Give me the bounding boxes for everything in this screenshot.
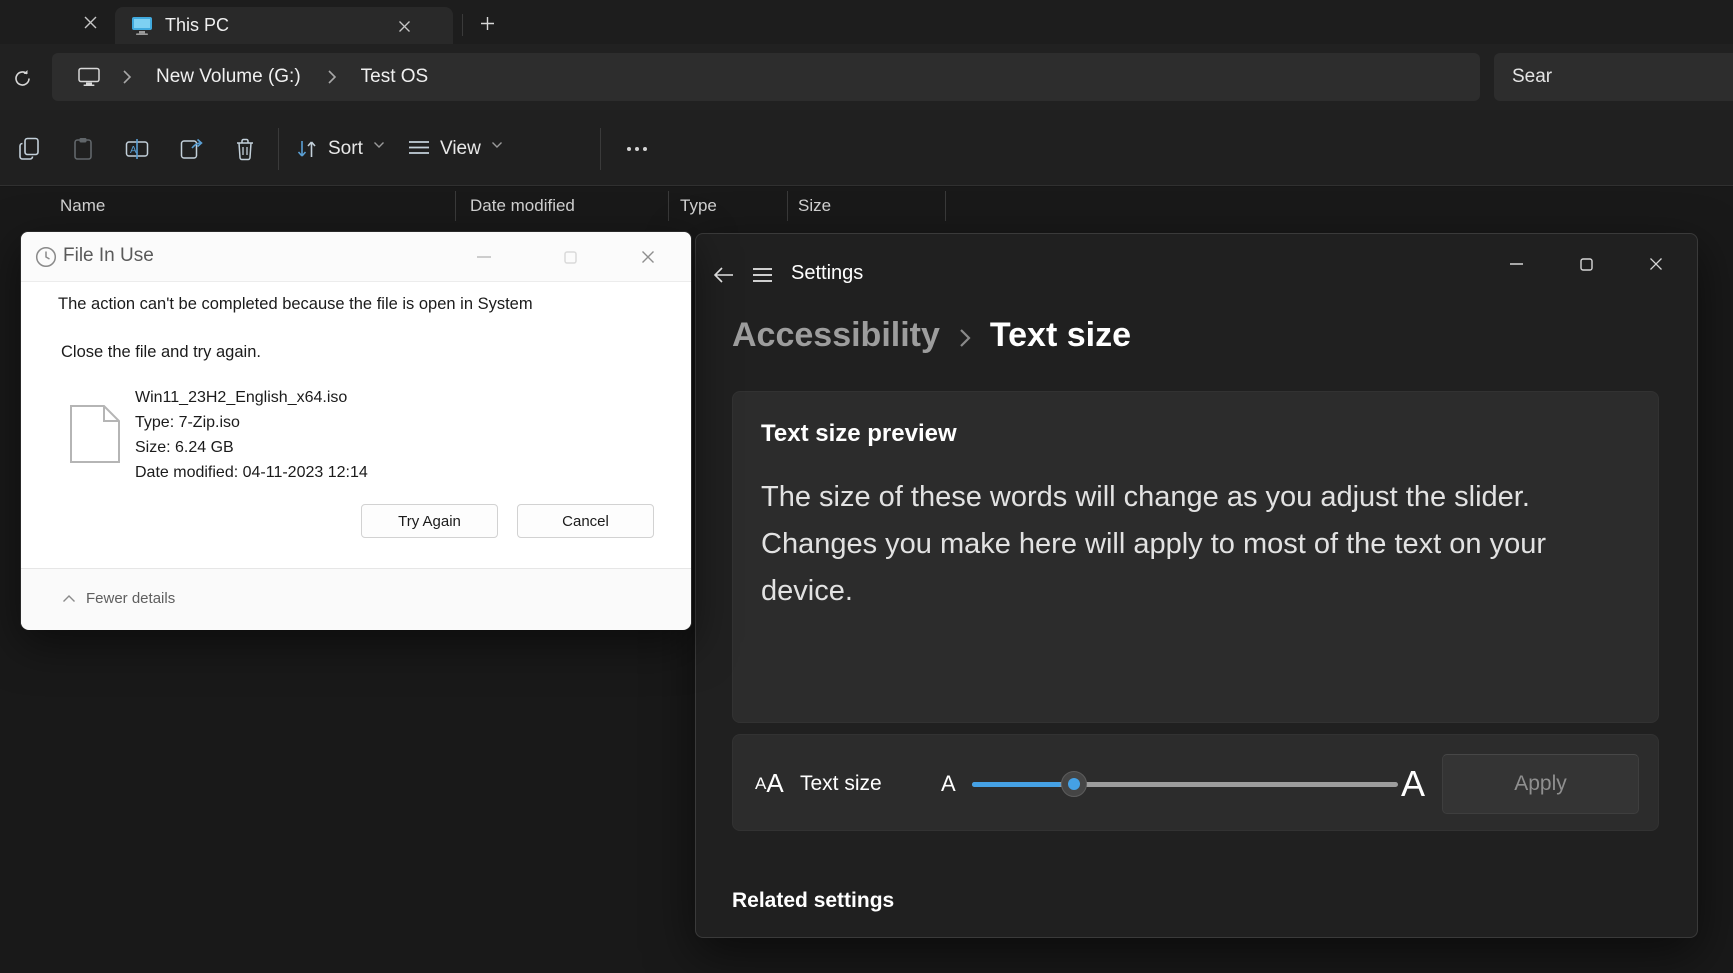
hamburger-menu-icon[interactable] bbox=[746, 260, 778, 290]
related-settings-heading: Related settings bbox=[732, 889, 894, 913]
dialog-titlebar[interactable]: File In Use bbox=[21, 232, 691, 282]
explorer-address-row: New Volume (G:) Test OS Sear bbox=[0, 44, 1733, 110]
dialog-footer: Fewer details bbox=[21, 568, 691, 630]
chevron-down-icon bbox=[491, 141, 503, 149]
slider-thumb[interactable] bbox=[1061, 771, 1087, 797]
text-size-icon-big-a: A bbox=[766, 768, 783, 799]
address-bar[interactable]: New Volume (G:) Test OS bbox=[52, 53, 1480, 101]
page-breadcrumb: Accessibility Text size bbox=[732, 316, 1131, 355]
sort-button[interactable]: Sort bbox=[296, 130, 385, 168]
file-info: Win11_23H2_English_x64.iso Type: 7-Zip.i… bbox=[135, 385, 368, 485]
close-icon[interactable] bbox=[633, 243, 663, 271]
maximize-icon[interactable] bbox=[1564, 248, 1608, 280]
refresh-icon[interactable] bbox=[6, 64, 38, 92]
text-size-row-card: AA Text size A A Apply bbox=[732, 734, 1659, 831]
column-divider[interactable] bbox=[787, 191, 788, 221]
view-button[interactable]: View bbox=[408, 130, 503, 168]
explorer-toolbar: A Sort View bbox=[0, 110, 1733, 186]
window-close-icon[interactable] bbox=[76, 8, 104, 36]
rename-icon[interactable]: A bbox=[122, 134, 152, 164]
sort-icon bbox=[296, 139, 318, 159]
paste-icon[interactable] bbox=[68, 134, 98, 164]
minimize-icon[interactable] bbox=[1494, 248, 1538, 280]
chevron-up-icon bbox=[62, 594, 76, 603]
preview-card-body: The size of these words will change as y… bbox=[761, 474, 1639, 615]
new-tab-button[interactable] bbox=[474, 10, 500, 36]
column-divider[interactable] bbox=[455, 191, 456, 221]
breadcrumb-chevron-icon[interactable] bbox=[327, 69, 337, 85]
tab-divider bbox=[462, 14, 463, 36]
chevron-right-icon bbox=[958, 326, 972, 350]
column-divider[interactable] bbox=[668, 191, 669, 221]
breadcrumb-chevron-icon[interactable] bbox=[122, 69, 132, 85]
column-header-type[interactable]: Type bbox=[680, 196, 717, 216]
more-options-icon[interactable] bbox=[622, 134, 652, 164]
dialog-title: File In Use bbox=[63, 245, 154, 267]
dialog-instruction: Close the file and try again. bbox=[61, 343, 261, 362]
clock-icon bbox=[35, 246, 57, 268]
text-size-icon-small-a: A bbox=[755, 774, 766, 794]
share-icon[interactable] bbox=[176, 134, 206, 164]
file-type: Type: 7-Zip.iso bbox=[135, 410, 368, 435]
cancel-button[interactable]: Cancel bbox=[517, 504, 654, 538]
file-icon bbox=[69, 404, 121, 464]
file-size: Size: 6.24 GB bbox=[135, 435, 368, 460]
settings-window: Settings Accessibility Text size Text si… bbox=[695, 233, 1698, 938]
column-divider[interactable] bbox=[945, 191, 946, 221]
chevron-down-icon bbox=[373, 141, 385, 149]
toolbar-divider bbox=[600, 128, 601, 170]
fewer-details-label: Fewer details bbox=[86, 590, 175, 607]
apply-button[interactable]: Apply bbox=[1442, 754, 1639, 814]
explorer-tab-strip: This PC bbox=[0, 0, 1733, 44]
fewer-details-toggle[interactable]: Fewer details bbox=[62, 590, 175, 607]
breadcrumb-folder[interactable]: Test OS bbox=[361, 66, 429, 88]
try-again-button[interactable]: Try Again bbox=[361, 504, 498, 538]
preview-card-title: Text size preview bbox=[761, 420, 957, 448]
sort-label: Sort bbox=[328, 138, 363, 160]
view-list-icon bbox=[408, 140, 430, 158]
tab-title: This PC bbox=[165, 15, 229, 36]
this-pc-icon bbox=[131, 16, 153, 36]
maximize-icon[interactable] bbox=[555, 243, 585, 271]
svg-text:A: A bbox=[130, 145, 137, 156]
back-arrow-icon[interactable] bbox=[708, 260, 740, 290]
copy-icon[interactable] bbox=[14, 134, 44, 164]
column-header-date[interactable]: Date modified bbox=[470, 196, 575, 216]
settings-window-title: Settings bbox=[791, 262, 863, 285]
file-name: Win11_23H2_English_x64.iso bbox=[135, 385, 368, 410]
column-headers: Name Date modified Type Size bbox=[0, 187, 1733, 227]
text-size-preview-card: Text size preview The size of these word… bbox=[732, 391, 1659, 723]
slider-max-label: A bbox=[1401, 735, 1425, 832]
slider-min-label: A bbox=[941, 735, 956, 832]
toolbar-divider bbox=[278, 128, 279, 170]
view-label: View bbox=[440, 138, 481, 160]
text-size-icon: AA bbox=[755, 735, 784, 832]
page-title: Text size bbox=[990, 316, 1131, 355]
breadcrumb-accessibility[interactable]: Accessibility bbox=[732, 316, 940, 355]
text-size-slider[interactable] bbox=[972, 777, 1398, 791]
screen: This PC New Volume (G:) Test OS bbox=[0, 0, 1733, 973]
search-input[interactable]: Sear bbox=[1494, 53, 1733, 101]
file-modified: Date modified: 04-11-2023 12:14 bbox=[135, 460, 368, 485]
breadcrumb-drive[interactable]: New Volume (G:) bbox=[156, 66, 301, 88]
slider-fill bbox=[972, 782, 1061, 787]
text-size-label: Text size bbox=[800, 735, 882, 832]
dialog-message: The action can't be completed because th… bbox=[58, 295, 533, 314]
delete-icon[interactable] bbox=[230, 134, 260, 164]
tab-close-icon[interactable] bbox=[393, 15, 415, 37]
minimize-icon[interactable] bbox=[469, 243, 499, 271]
column-header-size[interactable]: Size bbox=[798, 196, 831, 216]
this-pc-monitor-icon bbox=[78, 67, 100, 87]
close-icon[interactable] bbox=[1634, 248, 1678, 280]
tab-this-pc[interactable]: This PC bbox=[115, 7, 453, 44]
column-header-name[interactable]: Name bbox=[60, 196, 105, 216]
file-in-use-dialog: File In Use The action can't be complete… bbox=[20, 231, 692, 630]
search-text: Sear bbox=[1512, 66, 1552, 88]
